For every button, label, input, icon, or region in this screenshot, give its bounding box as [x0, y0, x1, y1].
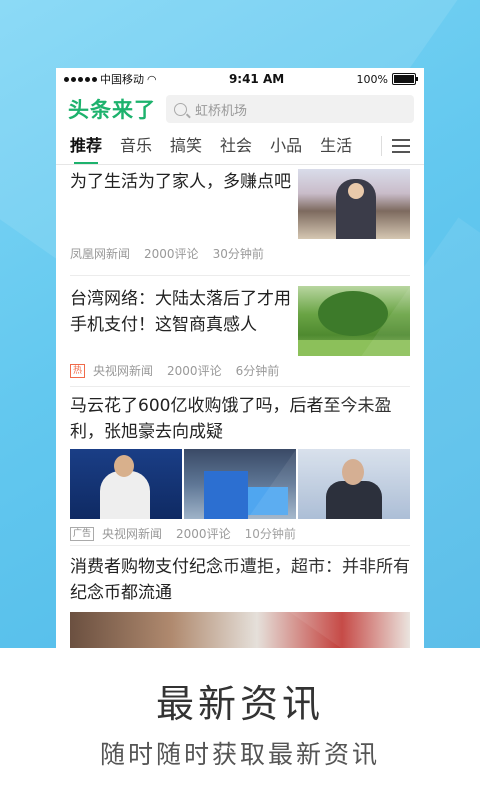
tab-life[interactable]: 生活	[320, 128, 352, 164]
tab-music[interactable]: 音乐	[120, 128, 152, 164]
divider	[381, 136, 382, 156]
news-title: 马云花了600亿收购饿了吗，后者至今未盈利，张旭豪去向成疑	[70, 396, 392, 442]
news-image	[70, 612, 410, 648]
news-thumbnail	[298, 169, 410, 239]
hot-badge: 热	[70, 363, 86, 378]
news-comments: 2000评论	[144, 247, 199, 261]
news-thumbnail	[298, 286, 410, 356]
caption-title: 最新资讯	[155, 682, 324, 726]
promo-caption: 最新资讯 随时随时获取最新资讯	[0, 648, 480, 800]
news-image-1	[70, 449, 182, 519]
top-bar: 头条来了 虹桥机场	[56, 90, 424, 128]
wifi-icon: ◠	[147, 72, 157, 86]
carrier-label: 中国移动	[100, 73, 144, 86]
news-meta: 广告 央视网新闻 2000评论 10分钟前	[70, 525, 410, 542]
status-bar: 中国移动 ◠ 9:41 AM 100%	[56, 68, 424, 90]
app-logo: 头条来了	[68, 98, 156, 122]
news-comments: 2000评论	[176, 527, 231, 541]
caption-subtitle: 随时随时获取最新资讯	[99, 740, 380, 769]
phone-screen: 中国移动 ◠ 9:41 AM 100% 头条来了 虹桥机场 推荐 音乐 搞笑 社…	[56, 68, 424, 648]
tab-funny[interactable]: 搞笑	[170, 128, 202, 164]
news-meta: 热 央视网新闻 2000评论 6分钟前	[70, 362, 410, 379]
news-item[interactable]: 消费者购物支付纪念币遭拒，超市：并非所有纪念币都流通	[70, 546, 410, 648]
search-input[interactable]: 虹桥机场	[166, 95, 414, 123]
ad-badge: 广告	[70, 526, 95, 541]
hero-background: 中国移动 ◠ 9:41 AM 100% 头条来了 虹桥机场 推荐 音乐 搞笑 社…	[0, 0, 480, 648]
news-title: 台湾网络：大陆太落后了才用手机支付！这智商真感人	[70, 289, 291, 335]
signal-icon	[64, 76, 97, 82]
news-feed: 为了生活为了家人，多赚点吧 凤凰网新闻 2000评论 30分钟前 台湾网络：大陆…	[56, 165, 424, 648]
news-image-3	[298, 449, 410, 519]
battery-icon	[391, 73, 418, 85]
search-placeholder: 虹桥机场	[195, 103, 248, 119]
search-icon	[174, 102, 187, 116]
news-image-2	[184, 449, 296, 519]
news-item[interactable]: 为了生活为了家人，多赚点吧 凤凰网新闻 2000评论 30分钟前	[70, 165, 410, 276]
news-meta: 凤凰网新闻 2000评论 30分钟前	[70, 245, 410, 262]
menu-icon[interactable]	[392, 139, 410, 153]
tab-society[interactable]: 社会	[220, 128, 252, 164]
news-item[interactable]: 马云花了600亿收购饿了吗，后者至今未盈利，张旭豪去向成疑 广告 央视网新闻 2…	[70, 387, 410, 546]
news-time: 30分钟前	[212, 247, 264, 261]
news-source: 央视网新闻	[102, 527, 163, 541]
news-source: 央视网新闻	[93, 364, 154, 378]
news-time: 6分钟前	[235, 364, 280, 378]
news-item[interactable]: 台湾网络：大陆太落后了才用手机支付！这智商真感人 热 央视网新闻 2000评论 …	[70, 276, 410, 387]
category-tabs: 推荐 音乐 搞笑 社会 小品 生活	[56, 128, 424, 165]
news-title: 消费者购物支付纪念币遭拒，超市：并非所有纪念币都流通	[70, 557, 410, 603]
news-title: 为了生活为了家人，多赚点吧	[70, 172, 291, 192]
tab-recommend[interactable]: 推荐	[70, 128, 102, 164]
news-source: 凤凰网新闻	[70, 247, 131, 261]
tab-sketch[interactable]: 小品	[270, 128, 302, 164]
status-time: 9:41 AM	[228, 72, 285, 86]
battery-label: 100%	[356, 72, 388, 86]
news-comments: 2000评论	[167, 364, 222, 378]
news-time: 10分钟前	[244, 527, 296, 541]
